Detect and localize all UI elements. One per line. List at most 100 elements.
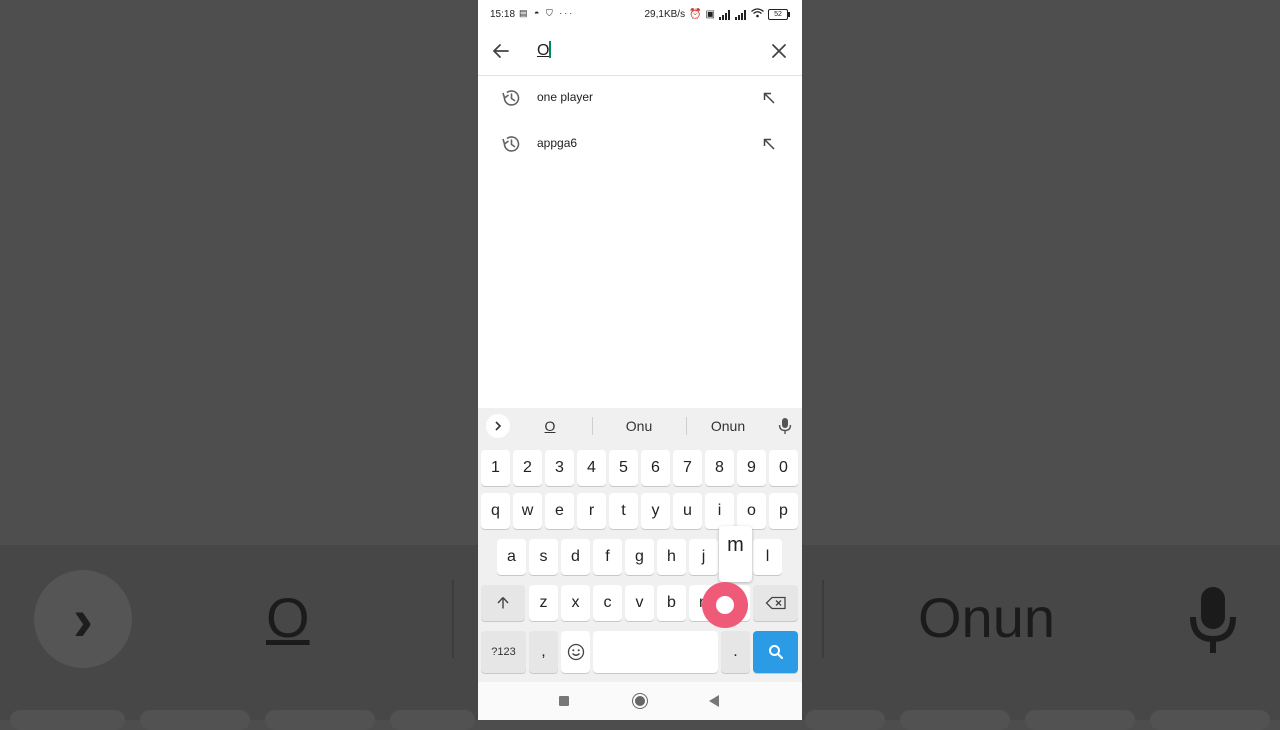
- bg-key: [805, 710, 885, 730]
- space-key[interactable]: [593, 631, 718, 673]
- battery-icon: 52: [768, 9, 790, 20]
- phone-screen: 15:18 ▤ ◓ ⛉ ··· 29,1KB/s ⏰ ▣ 52 O one pl…: [478, 0, 802, 720]
- backspace-icon: [765, 596, 786, 610]
- close-icon[interactable]: [768, 40, 790, 62]
- key-p[interactable]: p: [769, 493, 798, 529]
- notification-icon: ▤: [519, 8, 530, 18]
- shield-icon: ⛉: [545, 8, 555, 18]
- key-v[interactable]: v: [625, 585, 654, 621]
- history-icon: [502, 90, 520, 106]
- more-dots-icon: ···: [559, 8, 575, 18]
- home-icon[interactable]: [632, 693, 648, 709]
- bg-key: [390, 710, 475, 730]
- key-3[interactable]: 3: [545, 450, 574, 486]
- expand-toolbar-button[interactable]: [486, 414, 510, 438]
- bg-divider: [452, 580, 454, 658]
- mic-icon[interactable]: [777, 417, 793, 435]
- candidate-1[interactable]: O: [520, 418, 580, 434]
- key-x[interactable]: x: [561, 585, 590, 621]
- search-icon: [768, 645, 783, 660]
- key-y[interactable]: y: [641, 493, 670, 529]
- key-0[interactable]: 0: [769, 450, 798, 486]
- bg-mic-icon: [1190, 587, 1236, 653]
- back-triangle-icon[interactable]: [709, 695, 719, 707]
- shift-arrow-icon: [497, 597, 509, 609]
- key-a[interactable]: a: [497, 539, 526, 575]
- key-f[interactable]: f: [593, 539, 622, 575]
- candidate-divider: [686, 417, 687, 435]
- key-h[interactable]: h: [657, 539, 686, 575]
- key-e[interactable]: e: [545, 493, 574, 529]
- search-key[interactable]: [753, 631, 798, 673]
- emoji-icon: [567, 643, 584, 661]
- bg-candidate-1: O: [266, 586, 310, 649]
- bg-expand-icon: ›: [34, 570, 132, 668]
- key-c[interactable]: c: [593, 585, 622, 621]
- history-icon: [502, 136, 520, 152]
- suggestion-item[interactable]: one player: [478, 75, 802, 121]
- candidate-2[interactable]: Onu: [609, 418, 669, 434]
- key-o[interactable]: o: [737, 493, 766, 529]
- symbols-key[interactable]: ?123: [481, 631, 526, 673]
- status-time: 15:18: [490, 9, 516, 20]
- bg-key: [10, 710, 125, 730]
- key-2[interactable]: 2: [513, 450, 542, 486]
- bg-divider: [822, 580, 824, 658]
- bg-key: [900, 710, 1010, 730]
- text-cursor: [549, 41, 552, 58]
- key-u[interactable]: u: [673, 493, 702, 529]
- key-i[interactable]: i: [705, 493, 734, 529]
- key-b[interactable]: b: [657, 585, 686, 621]
- status-bar: 15:18 ▤ ◓ ⛉ ··· 29,1KB/s ⏰ ▣ 52: [478, 0, 802, 28]
- key-g[interactable]: g: [625, 539, 654, 575]
- key-z[interactable]: z: [529, 585, 558, 621]
- game-icon: ◓: [534, 8, 542, 18]
- bg-key: [265, 710, 375, 730]
- key-4[interactable]: 4: [577, 450, 606, 486]
- wifi-icon: [751, 8, 764, 21]
- key-8[interactable]: 8: [705, 450, 734, 486]
- key-w[interactable]: w: [513, 493, 542, 529]
- arrow-fill-query-icon[interactable]: [761, 90, 777, 106]
- status-left-icons: ▤ ◓ ⛉ ···: [519, 8, 574, 19]
- search-query: O: [537, 42, 550, 59]
- key-7[interactable]: 7: [673, 450, 702, 486]
- emoji-key[interactable]: [561, 631, 590, 673]
- status-right: 29,1KB/s ⏰ ▣ 52: [644, 8, 790, 21]
- key-r[interactable]: r: [577, 493, 606, 529]
- net-speed: 29,1KB/s: [644, 9, 686, 20]
- bg-key: [1150, 710, 1270, 730]
- search-input[interactable]: O: [537, 40, 737, 62]
- shift-key[interactable]: [481, 585, 525, 621]
- arrow-fill-query-icon[interactable]: [761, 136, 777, 152]
- suggestion-item[interactable]: appga6: [478, 121, 802, 167]
- suggestion-label: appga6: [537, 136, 578, 150]
- keyboard-candidate-row: O Onu Onun: [478, 408, 802, 444]
- key-q[interactable]: q: [481, 493, 510, 529]
- sim-icon: ▣: [705, 9, 715, 20]
- navigation-bar: [478, 682, 802, 720]
- bg-key: [1025, 710, 1135, 730]
- key-l[interactable]: l: [753, 539, 782, 575]
- key-1[interactable]: 1: [481, 450, 510, 486]
- alarm-icon: ⏰: [689, 9, 702, 20]
- search-bar: O: [478, 28, 802, 76]
- key-preview-popup: m: [719, 526, 752, 582]
- comma-key[interactable]: ,: [529, 631, 558, 673]
- arrow-back-icon[interactable]: [490, 40, 512, 62]
- key-s[interactable]: s: [529, 539, 558, 575]
- key-t[interactable]: t: [609, 493, 638, 529]
- key-j[interactable]: j: [689, 539, 718, 575]
- key-5[interactable]: 5: [609, 450, 638, 486]
- backspace-key[interactable]: [753, 585, 798, 621]
- period-key[interactable]: .: [721, 631, 750, 673]
- candidate-3[interactable]: Onun: [698, 418, 758, 434]
- key-9[interactable]: 9: [737, 450, 766, 486]
- recents-icon[interactable]: [559, 696, 569, 706]
- chevron-right-icon: [495, 421, 502, 431]
- key-6[interactable]: 6: [641, 450, 670, 486]
- signal-icon: [735, 9, 747, 20]
- touch-indicator: [702, 582, 748, 628]
- key-d[interactable]: d: [561, 539, 590, 575]
- candidate-divider: [592, 417, 593, 435]
